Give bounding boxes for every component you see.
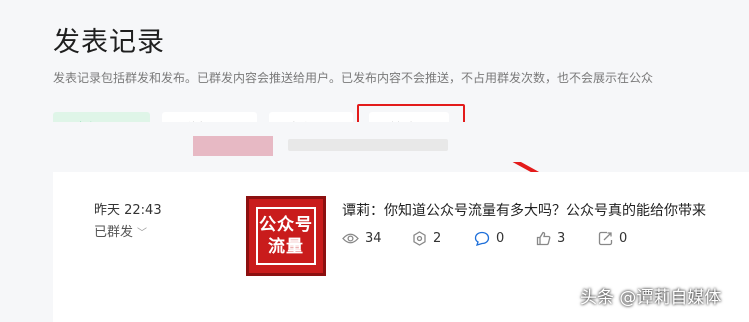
chevron-down-icon: ﹀ <box>137 228 148 239</box>
share-icon <box>413 231 426 246</box>
next-article-thumbnail[interactable] <box>193 136 273 156</box>
forward-icon <box>598 231 613 246</box>
comments-count: 0 <box>496 231 505 246</box>
status-label: 已群发 <box>94 225 134 240</box>
publish-status[interactable]: 已群发 ﹀ <box>94 221 147 240</box>
article-thumbnail[interactable]: 公众号 流量 <box>246 196 326 276</box>
publish-time: 昨天 22:43 <box>94 203 162 218</box>
stat-likes: 3 <box>536 231 565 246</box>
eye-icon <box>342 233 359 244</box>
stat-shares: 2 <box>412 231 441 246</box>
thumbnail-text-line2: 流量 <box>268 237 304 257</box>
stat-forwards: 0 <box>598 231 627 246</box>
thumbnail-text-line1: 公众号 <box>259 215 313 235</box>
forwards-count: 0 <box>619 231 628 246</box>
comment-icon <box>474 231 490 246</box>
watermark: 头条 @谭莉自媒体 <box>580 288 722 308</box>
next-article-title[interactable] <box>288 139 448 151</box>
shares-count: 2 <box>433 231 442 246</box>
reads-count: 34 <box>365 231 382 246</box>
stat-reads: 34 <box>342 231 382 246</box>
page-title: 发表记录 <box>53 27 165 58</box>
likes-count: 3 <box>557 231 566 246</box>
thumbs-up-icon <box>536 231 551 246</box>
stat-comments: 0 <box>474 231 504 246</box>
page-description: 发表记录包括群发和发布。已群发内容会推送给用户。已发布内容不会推送，不占用群发次… <box>53 71 654 85</box>
article-title[interactable]: 谭莉：你知道公众号流量有多大吗？公众号真的能给你带来 <box>342 200 706 220</box>
thumbnail-frame: 公众号 流量 <box>256 207 316 265</box>
